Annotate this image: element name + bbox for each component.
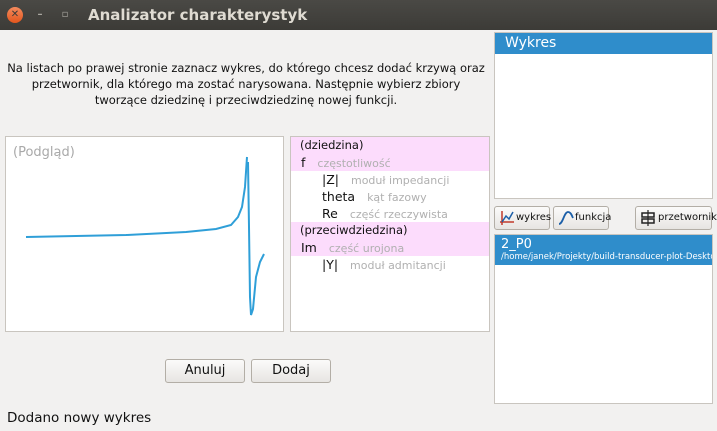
instructions-text: Na listach po prawej stronie zaznacz wyk… (6, 60, 486, 108)
plots-list[interactable]: Wykres (494, 32, 713, 199)
minimize-icon[interactable]: – (32, 7, 48, 23)
list-item[interactable]: |Y| moduł admitancji (291, 256, 489, 273)
list-item[interactable]: Im część urojona (291, 239, 489, 256)
plots-list-header[interactable]: Wykres (495, 33, 712, 54)
preview-plot (25, 156, 265, 316)
list-item[interactable]: f częstotliwość (291, 154, 489, 171)
add-plot-button[interactable]: wykres (494, 206, 552, 230)
field-list[interactable]: (dziedzina) f częstotliwość |Z| moduł im… (290, 136, 490, 332)
preview-curve-lower (247, 161, 265, 316)
title-bar: ✕ – ▫ Analizator charakterystyk (0, 0, 717, 30)
add-button[interactable]: Dodaj (251, 359, 331, 383)
window-title: Analizator charakterystyk (88, 6, 308, 24)
list-item[interactable]: theta kąt fazowy (291, 188, 489, 205)
instructions-line: przetwornik, dla którego ma zostać narys… (31, 77, 461, 91)
maximize-icon[interactable]: ▫ (57, 7, 73, 23)
transducer-list[interactable]: 2_P0 /home/janek/Projekty/build-transduc… (494, 234, 713, 404)
transducer-name: 2_P0 (501, 237, 532, 252)
add-transducer-label: przetwornik (658, 212, 717, 223)
list-item[interactable]: |Z| moduł impedancji (291, 171, 489, 188)
preview-curve (25, 156, 248, 238)
instructions-line: tworzące dziedzinę i przeciwdziedzinę no… (94, 93, 398, 107)
preview-panel: (Podgląd) (5, 136, 284, 332)
list-item[interactable]: Re część rzeczywista (291, 205, 489, 222)
domain-header: (dziedzina) (291, 137, 489, 154)
codomain-header: (przeciwdziedzina) (291, 222, 489, 239)
transducer-path: /home/janek/Projekty/build-transducer-pl… (501, 252, 713, 262)
status-text: Dodano nowy wykres (7, 410, 152, 426)
function-icon (558, 211, 574, 225)
transducer-icon (641, 210, 655, 226)
add-function-button[interactable]: funkcja (553, 206, 612, 230)
add-function-label: funkcja (575, 212, 612, 223)
instructions-line: Na listach po prawej stronie zaznacz wyk… (7, 61, 485, 75)
add-transducer-button[interactable]: przetwornik (635, 206, 717, 230)
list-item[interactable]: 2_P0 /home/janek/Projekty/build-transduc… (495, 235, 712, 265)
cancel-button[interactable]: Anuluj (165, 359, 245, 383)
close-icon[interactable]: ✕ (7, 7, 23, 23)
add-plot-label: wykres (516, 212, 552, 223)
plot-icon (500, 211, 514, 225)
